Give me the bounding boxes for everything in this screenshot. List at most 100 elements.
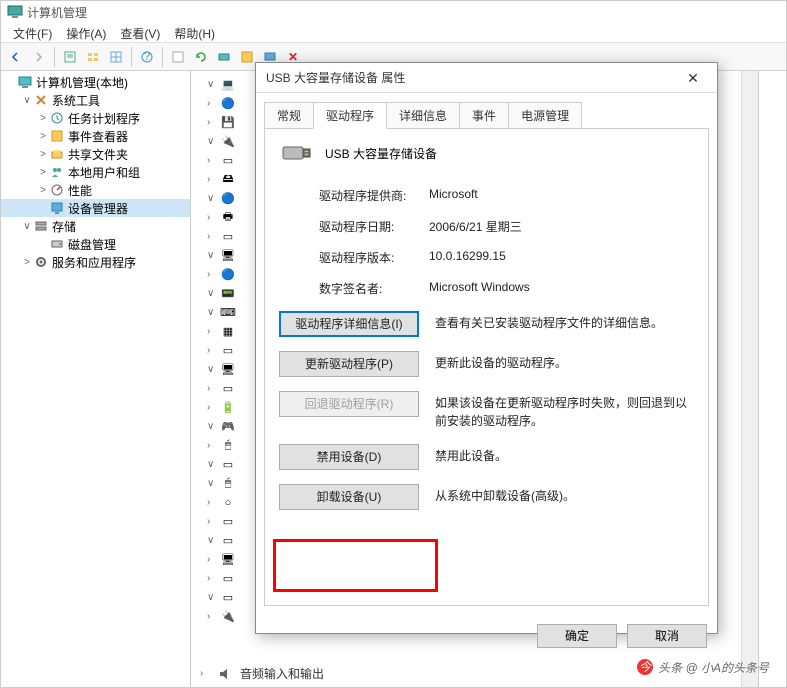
- expand-icon[interactable]: ›: [207, 231, 219, 242]
- expand-icon[interactable]: ∨: [207, 288, 219, 299]
- expand-icon[interactable]: ∨: [21, 221, 33, 232]
- expand-icon[interactable]: ›: [207, 269, 219, 280]
- expand-icon[interactable]: >: [21, 257, 33, 268]
- info-value: 10.0.16299.15: [429, 249, 506, 266]
- menu-file[interactable]: 文件(F): [7, 23, 58, 42]
- menu-help[interactable]: 帮助(H): [168, 23, 221, 42]
- expand-icon[interactable]: ›: [207, 573, 219, 584]
- back-icon[interactable]: [5, 46, 27, 68]
- expand-icon[interactable]: ∨: [207, 478, 219, 489]
- scrollbar[interactable]: [741, 71, 758, 687]
- expand-icon[interactable]: ›: [207, 383, 219, 394]
- tool-icon[interactable]: [167, 46, 189, 68]
- ok-button[interactable]: 确定: [537, 624, 617, 648]
- device-name: USB 大容量存储设备: [325, 145, 437, 162]
- tree-label: 设备管理器: [68, 200, 128, 217]
- tree-item[interactable]: ∨存储: [1, 217, 190, 235]
- expand-icon[interactable]: ›: [207, 117, 219, 128]
- tab-4[interactable]: 电源管理: [508, 102, 582, 129]
- event-icon: [49, 128, 65, 144]
- info-value: Microsoft: [429, 187, 478, 204]
- tree-item[interactable]: > 服务和应用程序: [1, 253, 190, 271]
- expand-icon[interactable]: >: [37, 167, 49, 178]
- expand-icon[interactable]: ∨: [207, 136, 219, 147]
- expand-icon[interactable]: ›: [207, 611, 219, 622]
- expand-icon[interactable]: ∨: [207, 364, 219, 375]
- expand-icon[interactable]: ›: [207, 516, 219, 527]
- action-button-4[interactable]: 卸载设备(U): [279, 484, 419, 510]
- storage-icon: [33, 218, 49, 234]
- tree-item[interactable]: >事件查看器: [1, 127, 190, 145]
- expand-icon[interactable]: ∨: [207, 459, 219, 470]
- right-pane: [758, 71, 786, 687]
- close-icon[interactable]: ✕: [673, 65, 713, 91]
- action-row: 禁用设备(D) 禁用此设备。: [279, 444, 694, 470]
- properties-icon[interactable]: [59, 46, 81, 68]
- expand-icon[interactable]: ›: [207, 497, 219, 508]
- tree-pane[interactable]: 计算机管理(本地)∨系统工具>任务计划程序>事件查看器>共享文件夹>本地用户和组…: [1, 71, 191, 687]
- tab-2[interactable]: 详细信息: [386, 102, 460, 129]
- view-icon[interactable]: [82, 46, 104, 68]
- expand-icon[interactable]: >: [37, 185, 49, 196]
- action-button-0[interactable]: 驱动程序详细信息(I): [279, 311, 419, 337]
- expand-icon[interactable]: ∨: [207, 250, 219, 261]
- expand-icon[interactable]: ›: [207, 98, 219, 109]
- expand-icon[interactable]: ›: [207, 554, 219, 565]
- expand-icon[interactable]: >: [37, 149, 49, 160]
- expand-icon[interactable]: ›: [207, 212, 219, 223]
- disk-icon: [49, 236, 65, 252]
- device-icon: ▭: [219, 533, 237, 549]
- expand-icon[interactable]: ›: [207, 440, 219, 451]
- expand-icon[interactable]: >: [37, 113, 49, 124]
- expand-icon[interactable]: ›: [207, 345, 219, 356]
- expand-icon[interactable]: >: [37, 131, 49, 142]
- tab-3[interactable]: 事件: [459, 102, 509, 129]
- usb-icon: [279, 141, 311, 165]
- expand-icon[interactable]: ∨: [207, 79, 219, 90]
- expand-icon[interactable]: ›: [207, 326, 219, 337]
- computer-icon: [7, 4, 23, 20]
- expand-icon[interactable]: ∨: [207, 592, 219, 603]
- tab-1[interactable]: 驱动程序: [313, 102, 387, 129]
- device-icon: ▭: [219, 571, 237, 587]
- action-desc: 从系统中卸载设备(高级)。: [435, 484, 694, 505]
- bottom-device-row: › 音频输入和输出: [200, 665, 324, 682]
- cancel-button[interactable]: 取消: [627, 624, 707, 648]
- expand-icon[interactable]: ∨: [207, 535, 219, 546]
- forward-icon[interactable]: [28, 46, 50, 68]
- expand-icon[interactable]: ∨: [21, 95, 33, 106]
- expand-icon[interactable]: ›: [207, 155, 219, 166]
- tree-item[interactable]: > 共享文件夹: [1, 145, 190, 163]
- dialog-titlebar[interactable]: USB 大容量存储设备 属性 ✕: [256, 63, 717, 93]
- action-button-1[interactable]: 更新驱动程序(P): [279, 351, 419, 377]
- tree-label: 本地用户和组: [68, 164, 140, 181]
- tree-label: 服务和应用程序: [52, 254, 136, 271]
- tree-item[interactable]: ∨系统工具: [1, 91, 190, 109]
- menu-view[interactable]: 查看(V): [114, 23, 166, 42]
- refresh-icon[interactable]: [190, 46, 212, 68]
- tree-item[interactable]: 设备管理器: [1, 199, 190, 217]
- tab-0[interactable]: 常规: [264, 102, 314, 129]
- tree-item[interactable]: 计算机管理(本地): [1, 73, 190, 91]
- expand-icon[interactable]: ›: [200, 668, 212, 679]
- device-icon: 💾: [219, 115, 237, 131]
- expand-icon[interactable]: ∨: [207, 421, 219, 432]
- expand-icon[interactable]: ›: [207, 174, 219, 185]
- action-desc: 禁用此设备。: [435, 444, 694, 465]
- action-button-3[interactable]: 禁用设备(D): [279, 444, 419, 470]
- tree-item[interactable]: > 本地用户和组: [1, 163, 190, 181]
- tree-item[interactable]: >任务计划程序: [1, 109, 190, 127]
- tree-item[interactable]: 磁盘管理: [1, 235, 190, 253]
- expand-icon[interactable]: ›: [207, 402, 219, 413]
- device-icon: ⌨: [219, 305, 237, 321]
- menu-action[interactable]: 操作(A): [60, 23, 112, 42]
- help-icon[interactable]: ?: [136, 46, 158, 68]
- devmgr-icon[interactable]: [213, 46, 235, 68]
- tree-item[interactable]: >性能: [1, 181, 190, 199]
- expand-icon[interactable]: ∨: [207, 307, 219, 318]
- expand-icon[interactable]: ∨: [207, 193, 219, 204]
- list-icon[interactable]: [105, 46, 127, 68]
- info-value: 2006/6/21 星期三: [429, 218, 522, 235]
- tree-label: 共享文件夹: [68, 146, 128, 163]
- action-desc: 更新此设备的驱动程序。: [435, 351, 694, 372]
